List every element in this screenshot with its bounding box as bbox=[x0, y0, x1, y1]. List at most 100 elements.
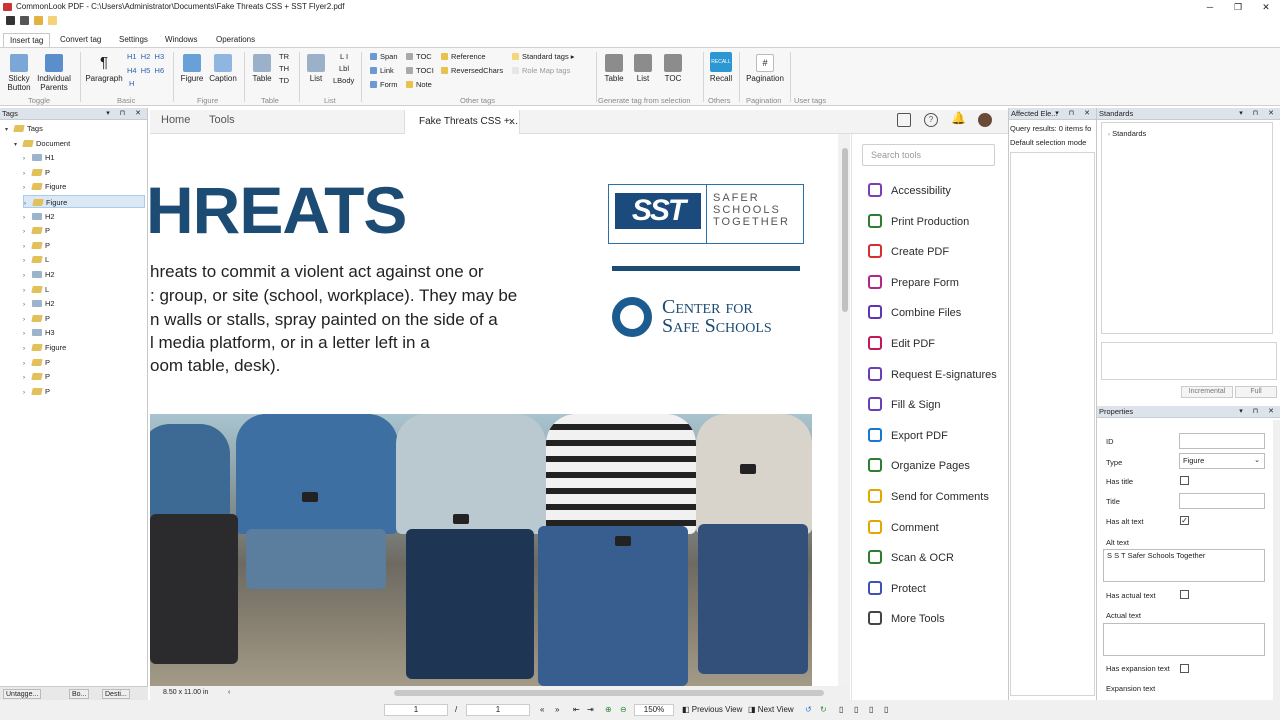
chevron-right-icon[interactable]: › bbox=[23, 328, 32, 341]
figure-button[interactable]: Figure bbox=[178, 54, 206, 83]
zoom-out-icon[interactable]: ⊖ bbox=[620, 700, 627, 720]
chevron-right-icon[interactable]: › bbox=[23, 270, 32, 283]
li-button[interactable]: L I bbox=[340, 52, 348, 62]
previous-view-button[interactable]: ◧ Previous View bbox=[682, 700, 742, 720]
panel-controls[interactable]: ▾ ⊓ ✕ bbox=[1239, 108, 1278, 120]
rotate-right-icon[interactable]: ↻ bbox=[820, 700, 827, 720]
chevron-right-icon[interactable]: › bbox=[23, 212, 32, 225]
tool-fill-sign[interactable]: Fill & Sign bbox=[868, 395, 941, 415]
span-button[interactable]: Span bbox=[370, 52, 398, 62]
tab-windows[interactable]: Windows bbox=[159, 33, 203, 47]
minimize-button[interactable]: ─ bbox=[1196, 0, 1224, 14]
tab-operations[interactable]: Operations bbox=[210, 33, 261, 47]
untagged-tab[interactable]: Untagge... bbox=[3, 689, 42, 699]
pagination-button[interactable]: # Pagination bbox=[744, 54, 786, 83]
zoom-in-icon[interactable]: ⊕ bbox=[605, 700, 612, 720]
caption-button[interactable]: Caption bbox=[207, 54, 239, 83]
selection-mode[interactable]: Default selection mode bbox=[1010, 138, 1096, 147]
document-tab[interactable]: Fake Threats CSS +... × bbox=[404, 110, 520, 134]
avatar[interactable] bbox=[978, 113, 992, 127]
tool-print-production[interactable]: Print Production bbox=[868, 212, 969, 232]
reversedchars-button[interactable]: ReversedChars bbox=[441, 66, 503, 76]
tag-tree-item[interactable]: › P bbox=[23, 224, 145, 237]
list-button[interactable]: List bbox=[304, 54, 328, 83]
has-expansion-checkbox[interactable] bbox=[1180, 664, 1189, 673]
tool-organize-pages[interactable]: Organize Pages bbox=[868, 456, 970, 476]
has-title-checkbox[interactable] bbox=[1180, 476, 1189, 485]
vertical-scroll-thumb[interactable] bbox=[842, 148, 848, 312]
tag-tree-item[interactable]: › L bbox=[23, 253, 145, 266]
type-select[interactable]: Figure ⌄ bbox=[1179, 453, 1265, 469]
has-actual-text-checkbox[interactable] bbox=[1180, 590, 1189, 599]
recall-button[interactable]: RECALL Recall bbox=[707, 52, 735, 83]
panel-controls[interactable]: ▾ ⊓ ✕ bbox=[106, 108, 145, 120]
tag-tree-item[interactable]: › H2 bbox=[23, 297, 145, 310]
tool-send-for-comments[interactable]: Send for Comments bbox=[868, 487, 989, 507]
bookmarks-tab[interactable]: Bo... bbox=[69, 689, 90, 699]
save-icon[interactable] bbox=[6, 16, 15, 25]
id-field[interactable] bbox=[1179, 433, 1265, 449]
destinations-tab[interactable]: Desti... bbox=[102, 689, 130, 699]
tag-tree-item[interactable]: › P bbox=[23, 239, 145, 252]
facing-icon[interactable]: ▯ bbox=[884, 700, 888, 720]
previous-page-icon[interactable]: « bbox=[540, 700, 544, 720]
help-icon[interactable]: ? bbox=[924, 113, 938, 127]
tools-tab[interactable]: Tools bbox=[209, 114, 235, 126]
lbl-button[interactable]: Lbl bbox=[339, 64, 349, 74]
zoom-select[interactable]: 150% bbox=[634, 704, 674, 716]
tool-scan-ocr[interactable]: Scan & OCR bbox=[868, 548, 954, 568]
title-field[interactable] bbox=[1179, 493, 1265, 509]
tag-tree-item[interactable]: › Figure bbox=[23, 195, 145, 208]
tr-button[interactable]: TR bbox=[279, 52, 289, 62]
tag-tree-item[interactable]: › H2 bbox=[23, 268, 145, 281]
tool-more-tools[interactable]: More Tools bbox=[868, 609, 945, 629]
alt-text-field[interactable]: S S T Safer Schools Together bbox=[1103, 549, 1265, 582]
tag-tree-item[interactable]: › P bbox=[23, 385, 145, 398]
tag-tree-item[interactable]: › H2 bbox=[23, 210, 145, 223]
panel-controls[interactable]: ▾ ⊓ ✕ bbox=[1239, 406, 1278, 418]
tool-prepare-form[interactable]: Prepare Form bbox=[868, 273, 959, 293]
h4-button[interactable]: H4 bbox=[127, 66, 137, 75]
rotate-left-icon[interactable]: ↺ bbox=[805, 700, 812, 720]
h2-button[interactable]: H2 bbox=[141, 52, 151, 61]
h3-button[interactable]: H3 bbox=[155, 52, 165, 61]
tag-tree-item[interactable]: › L bbox=[23, 283, 145, 296]
tool-export-pdf[interactable]: Export PDF bbox=[868, 426, 948, 446]
generate-list-button[interactable]: List bbox=[632, 54, 654, 83]
close-tab-icon[interactable]: × bbox=[509, 110, 515, 134]
full-button[interactable]: Full bbox=[1235, 386, 1277, 398]
sticky-button[interactable]: Sticky Button bbox=[4, 54, 34, 92]
toci-button[interactable]: TOCI bbox=[406, 66, 434, 76]
home-tab[interactable]: Home bbox=[161, 114, 190, 126]
share-screen-icon[interactable] bbox=[897, 113, 911, 127]
two-page-icon[interactable]: ▯ bbox=[854, 700, 858, 720]
table-button[interactable]: Table bbox=[249, 54, 275, 83]
affected-list[interactable] bbox=[1010, 152, 1095, 696]
tag-tree-item[interactable]: › P bbox=[23, 370, 145, 383]
toc-button[interactable]: TOC bbox=[406, 52, 432, 62]
tab-convert-tag[interactable]: Convert tag bbox=[54, 33, 107, 47]
form-button[interactable]: Form bbox=[370, 80, 398, 90]
first-page-icon[interactable]: ⇤ bbox=[573, 700, 580, 720]
lbody-button[interactable]: LBody bbox=[333, 76, 354, 86]
standards-tree[interactable]: › Standards bbox=[1101, 122, 1273, 334]
tag-tree-item[interactable]: › Figure bbox=[23, 180, 145, 193]
sst-logo[interactable]: SST SAFER SCHOOLS TOGETHER bbox=[608, 184, 804, 244]
scroll-left-icon[interactable]: ‹ bbox=[228, 686, 230, 700]
tag-tree-item[interactable]: › H3 bbox=[23, 326, 145, 339]
generate-table-button[interactable]: Table bbox=[602, 54, 626, 83]
incremental-button[interactable]: Incremental bbox=[1181, 386, 1233, 398]
tool-accessibility[interactable]: Accessibility bbox=[868, 181, 951, 201]
panel-controls[interactable]: ▾ ⊓ ✕ bbox=[1055, 108, 1094, 120]
continuous-icon[interactable]: ▯ bbox=[869, 700, 873, 720]
chevron-right-icon[interactable]: › bbox=[23, 299, 32, 312]
h6-button[interactable]: H6 bbox=[155, 66, 165, 75]
tool-comment[interactable]: Comment bbox=[868, 518, 939, 538]
td-button[interactable]: TD bbox=[279, 76, 289, 86]
properties-scrollbar[interactable] bbox=[1273, 420, 1280, 700]
chevron-right-icon[interactable]: › bbox=[23, 153, 32, 166]
tag-tree-item[interactable]: ▾ Document bbox=[14, 137, 145, 150]
tool-protect[interactable]: Protect bbox=[868, 579, 926, 599]
reference-button[interactable]: Reference bbox=[441, 52, 486, 62]
search-tools-input[interactable]: Search tools bbox=[862, 144, 995, 166]
